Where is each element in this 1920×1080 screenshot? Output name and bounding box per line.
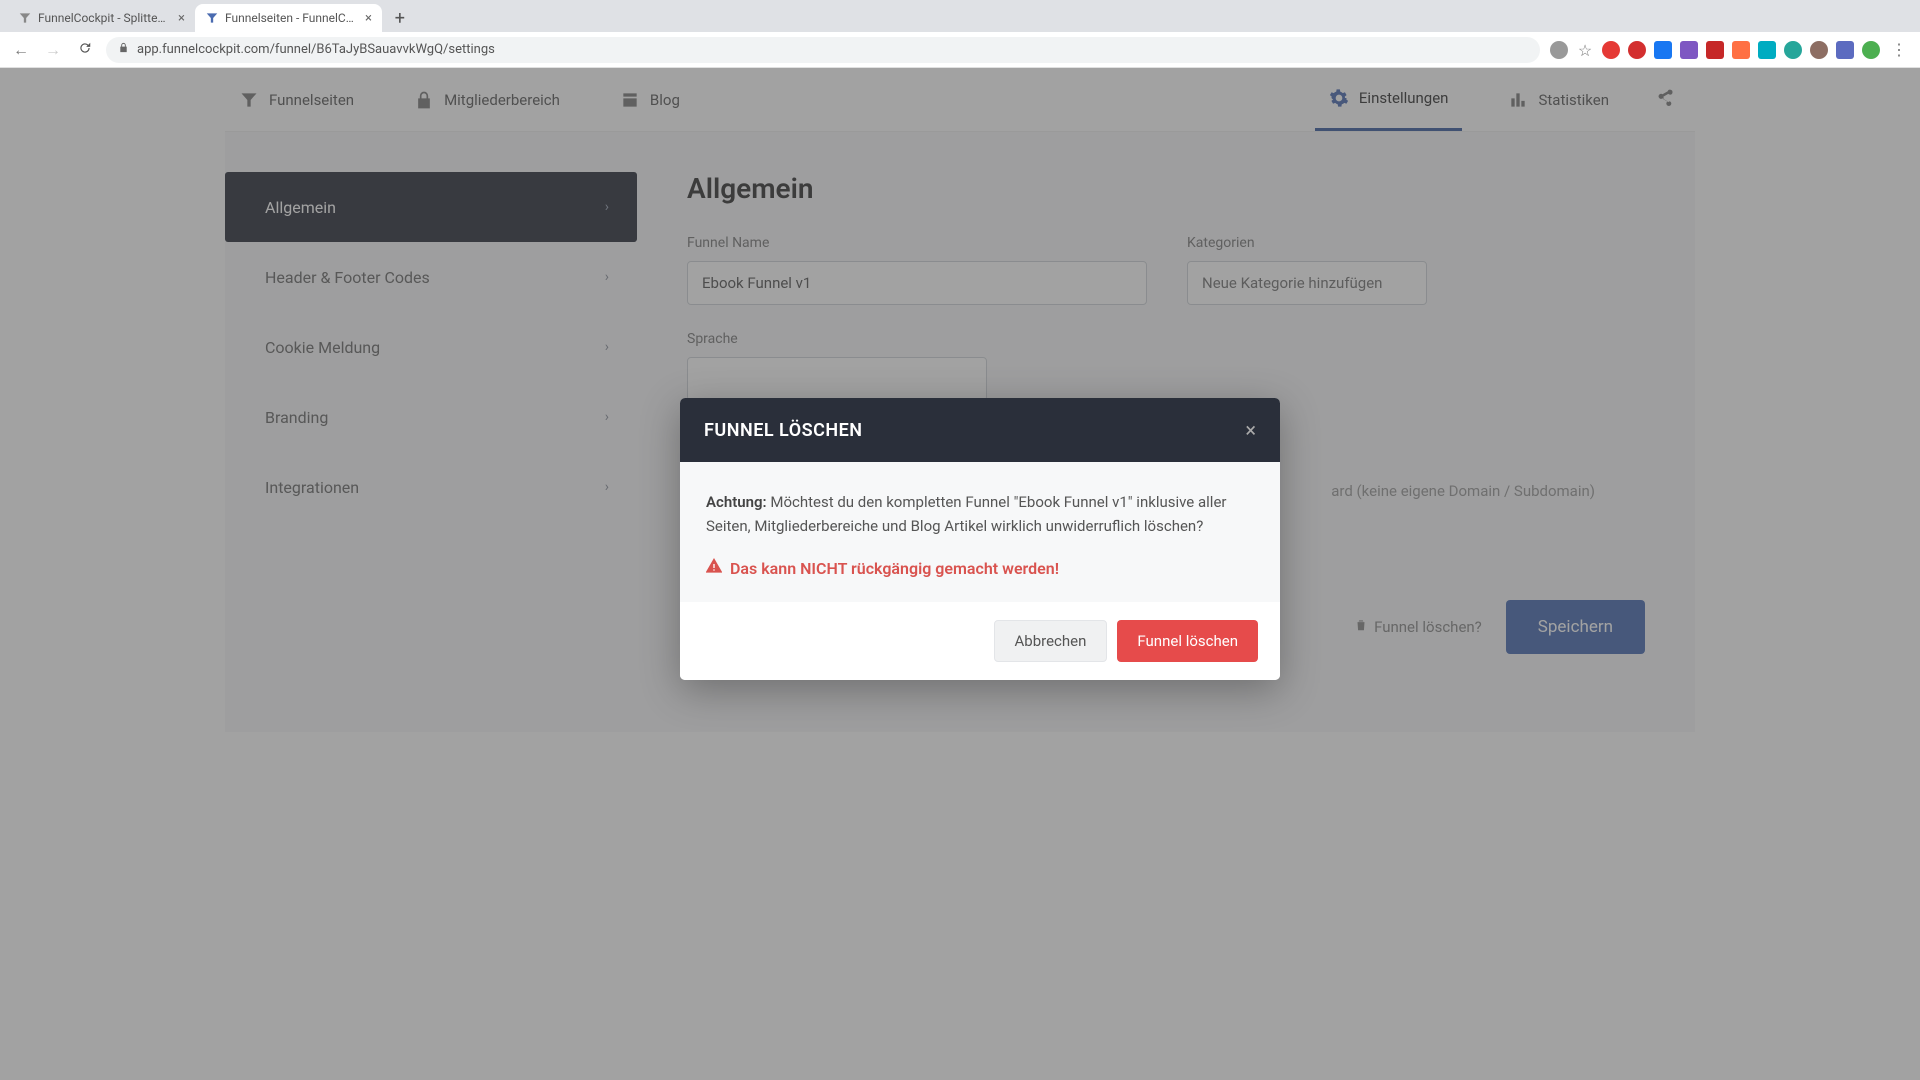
- extension-icon[interactable]: [1628, 41, 1646, 59]
- lock-icon: [118, 42, 129, 57]
- menu-icon[interactable]: ⋮: [1888, 40, 1910, 59]
- modal-irreversible-text: Das kann NICHT rückgängig gemacht werden…: [706, 556, 1254, 582]
- avatar[interactable]: [1862, 41, 1880, 59]
- extension-icon[interactable]: [1836, 41, 1854, 59]
- tab-title: FunnelCockpit - Splittests, Ma: [38, 11, 168, 25]
- reload-button[interactable]: [74, 40, 96, 59]
- close-icon[interactable]: ×: [1245, 418, 1256, 442]
- extension-icon[interactable]: [1550, 41, 1568, 59]
- url-bar[interactable]: app.funnelcockpit.com/funnel/B6TaJyBSaua…: [106, 37, 1540, 63]
- extension-icon[interactable]: [1706, 41, 1724, 59]
- url-text: app.funnelcockpit.com/funnel/B6TaJyBSaua…: [137, 42, 495, 57]
- favicon-icon: [18, 11, 32, 25]
- modal-body: Achtung: Möchtest du den kompletten Funn…: [680, 462, 1280, 602]
- extensions-tray: ☆ ⋮: [1550, 40, 1910, 59]
- cancel-button[interactable]: Abbrechen: [994, 620, 1108, 662]
- forward-button[interactable]: →: [42, 40, 64, 60]
- tab-title: Funnelseiten - FunnelCockpit: [225, 11, 355, 25]
- warning-icon: [706, 556, 722, 582]
- extension-icon[interactable]: [1680, 41, 1698, 59]
- extension-icon[interactable]: [1784, 41, 1802, 59]
- extension-icon[interactable]: [1732, 41, 1750, 59]
- extension-icon[interactable]: [1602, 41, 1620, 59]
- browser-toolbar: ← → app.funnelcockpit.com/funnel/B6TaJyB…: [0, 32, 1920, 68]
- extension-icon[interactable]: [1758, 41, 1776, 59]
- back-button[interactable]: ←: [10, 40, 32, 60]
- modal-warning-text: Achtung: Möchtest du den kompletten Funn…: [706, 490, 1254, 538]
- confirm-delete-button[interactable]: Funnel löschen: [1117, 620, 1258, 662]
- close-icon[interactable]: ×: [178, 11, 185, 26]
- browser-tab-active[interactable]: Funnelseiten - FunnelCockpit ×: [195, 4, 382, 32]
- extension-icon[interactable]: [1810, 41, 1828, 59]
- modal-title: FUNNEL LÖSCHEN: [704, 420, 863, 441]
- modal-header: FUNNEL LÖSCHEN ×: [680, 398, 1280, 462]
- browser-tab-inactive[interactable]: FunnelCockpit - Splittests, Ma ×: [8, 4, 195, 32]
- modal-footer: Abbrechen Funnel löschen: [680, 602, 1280, 680]
- browser-tabs: FunnelCockpit - Splittests, Ma × Funnels…: [0, 0, 1920, 32]
- favicon-icon: [205, 11, 219, 25]
- extension-icon[interactable]: [1654, 41, 1672, 59]
- delete-funnel-modal: FUNNEL LÖSCHEN × Achtung: Möchtest du de…: [680, 398, 1280, 680]
- new-tab-button[interactable]: +: [388, 6, 412, 30]
- star-icon[interactable]: ☆: [1576, 41, 1594, 59]
- close-icon[interactable]: ×: [365, 11, 372, 26]
